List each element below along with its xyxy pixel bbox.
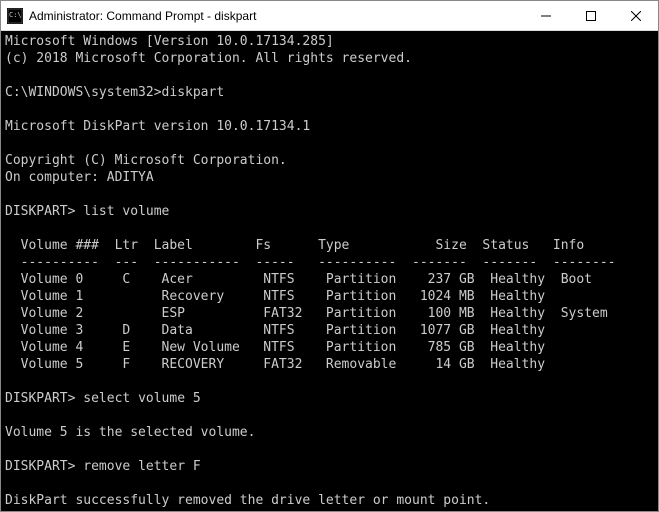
diskpart-computer: On computer: ADITYA [5,170,154,185]
diskpart-prompt: DISKPART> [5,459,75,474]
diskpart-command: list volume [83,204,169,219]
os-version: Microsoft Windows [Version 10.0.17134.28… [5,34,334,49]
terminal-output[interactable]: Microsoft Windows [Version 10.0.17134.28… [1,31,658,511]
diskpart-prompt: DISKPART> [5,391,75,406]
shell-prompt: C:\WINDOWS\system32> [5,85,162,100]
diskpart-message: DiskPart successfully removed the drive … [5,493,490,508]
minimize-button[interactable] [523,1,568,30]
diskpart-command: remove letter F [83,459,200,474]
diskpart-message: Volume 5 is the selected volume. [5,425,255,440]
cmd-icon: C:\ [7,8,23,24]
close-button[interactable] [613,1,658,30]
diskpart-version: Microsoft DiskPart version 10.0.17134.1 [5,119,310,134]
diskpart-prompt: DISKPART> [5,204,75,219]
volume-table: Volume ### Ltr Label Fs Type Size Status… [5,238,623,372]
window-title: Administrator: Command Prompt - diskpart [29,9,523,23]
maximize-button[interactable] [568,1,613,30]
diskpart-command: select volume 5 [83,391,200,406]
shell-command: diskpart [162,85,225,100]
diskpart-copyright: Copyright (C) Microsoft Corporation. [5,153,287,168]
svg-text:C:\: C:\ [9,11,22,19]
os-copyright: (c) 2018 Microsoft Corporation. All righ… [5,51,412,66]
titlebar: C:\ Administrator: Command Prompt - disk… [1,1,658,31]
